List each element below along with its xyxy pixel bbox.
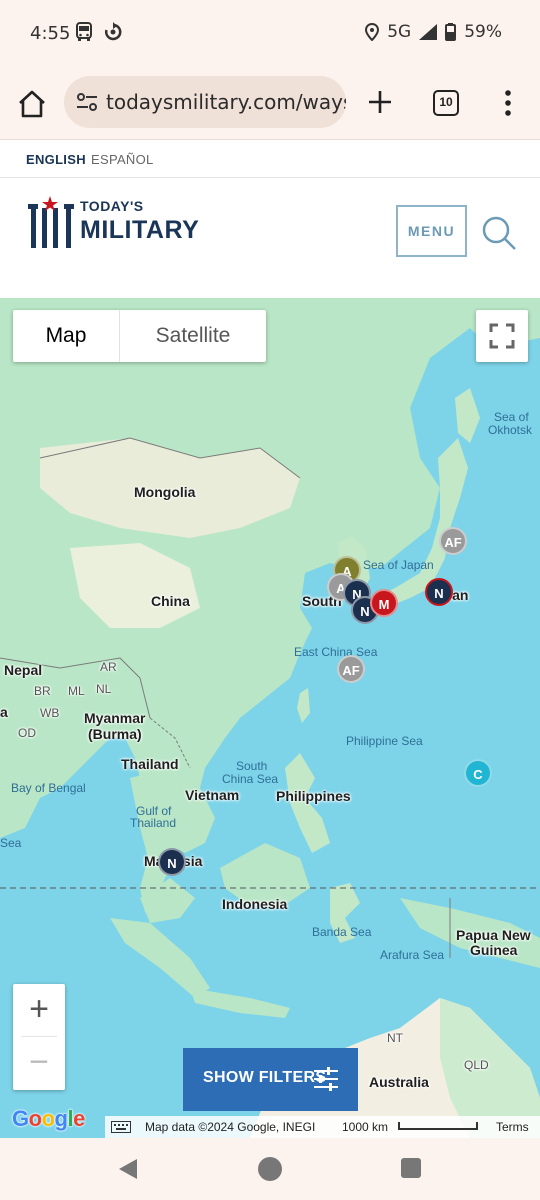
map-type-map-button[interactable]: Map [13,310,120,362]
map-label-nepal: Nepal [4,662,43,678]
home-icon[interactable] [16,88,48,120]
map-label-east-china-sea: East China Sea [294,645,378,659]
map-label-sea-of-okhotsk-1: Sea of [494,410,529,424]
language-spanish-link[interactable]: ESPAÑOL [91,152,154,167]
map-data-attribution: Map data ©2024 Google, INEGI [145,1120,316,1134]
map-pin-af[interactable]: AF [337,655,365,683]
map-label-od: OD [18,726,36,740]
map-label-ar: AR [100,660,117,674]
android-nav-bar [0,1138,540,1200]
map-label-papua-1: Papua New [456,927,531,943]
map-label-china: China [151,593,190,609]
battery-icon [445,23,457,41]
google-logo[interactable]: Google [12,1106,85,1132]
map-label-sea-of-japan: Sea of Japan [363,558,434,572]
map-label-a-left: a [0,704,8,720]
site-header: TODAY'S MILITARY MENU [0,178,540,298]
map-label-vietnam: Vietnam [185,787,240,803]
map-terms-link[interactable]: Terms [496,1120,529,1134]
map-label-wb: WB [40,706,60,720]
battery-percent: 59% [464,22,502,42]
map-label-ml: ML [68,684,85,698]
map-label-south-china-sea-1: South [236,759,268,773]
map-label-nl: NL [96,682,112,696]
map-label-thailand: Thailand [121,756,179,772]
status-right: 5G 59% [365,22,502,42]
site-settings-icon[interactable] [76,92,98,112]
home-nav-icon[interactable] [258,1157,282,1181]
map-label-myanmar-1: Myanmar [84,710,146,726]
zoom-in-button[interactable]: + [13,984,65,1036]
map-pin-af[interactable]: AF [439,527,467,555]
zoom-control: + − [13,984,65,1090]
language-bar: ENGLISH ESPAÑOL [0,140,540,178]
map-type-control: Map Satellite [13,310,266,362]
map-label-south-china-sea-2: China Sea [222,772,279,786]
fullscreen-button[interactable] [476,310,528,362]
map-attribution-bar: Map data ©2024 Google, INEGI 1000 km Ter… [105,1116,540,1138]
more-options-icon[interactable] [500,88,516,118]
map-label-br: BR [34,684,51,698]
map-label-myanmar-2: (Burma) [88,726,142,742]
fullscreen-icon [489,323,515,349]
keyboard-shortcuts-icon[interactable] [111,1121,131,1133]
map-label-banda-sea: Banda Sea [312,925,372,939]
signal-icon [419,24,438,40]
status-time: 4:55 [30,23,71,44]
map-label-nt: NT [387,1031,403,1045]
logo-mark-icon [28,196,74,248]
map-pin-navy[interactable]: N [425,578,453,606]
map-type-satellite-button[interactable]: Satellite [120,310,266,362]
browser-toolbar: todaysmilitary.com/ways 10 [0,66,540,140]
logo-text-todays: TODAY'S [80,198,144,214]
map-label-papua-2: Guinea [470,942,518,958]
map-label-qld: QLD [464,1058,489,1072]
map-label-philippines: Philippines [276,788,351,804]
recent-apps-icon[interactable] [401,1158,421,1178]
map-label-sea-of-okhotsk-2: Okhotsk [488,423,533,437]
menu-button[interactable]: MENU [396,205,467,257]
address-bar[interactable]: todaysmilitary.com/ways [64,76,346,128]
zoom-out-button[interactable]: − [13,1037,65,1089]
map-view[interactable]: Map Satellite Mongolia China South Japan… [0,298,540,1138]
url-text[interactable]: todaysmilitary.com/ways [106,90,346,114]
map-base-layer [0,298,540,1138]
language-english-link[interactable]: ENGLISH [26,152,86,167]
map-label-mongolia: Mongolia [134,484,196,500]
map-label-arafura-sea: Arafura Sea [380,948,445,962]
network-type: 5G [387,22,412,42]
location-icon [365,23,380,41]
back-icon[interactable] [118,1158,138,1180]
status-bar: 4:55 5G 59% [0,0,540,66]
sync-icon [104,22,122,41]
map-label-australia: Australia [369,1074,429,1090]
search-icon[interactable] [480,214,518,252]
map-pin-navy[interactable]: N [158,848,186,876]
map-label-gulf-of-thailand-2: Thailand [130,816,177,830]
map-pin-coast-guard[interactable]: C [464,759,492,787]
new-tab-icon[interactable] [366,88,394,116]
bus-icon [76,22,92,41]
map-label-indonesia: Indonesia [222,896,288,912]
show-filters-button[interactable]: SHOW FILTERS [183,1048,358,1111]
map-label-bay-of-bengal: Bay of Bengal [11,781,86,795]
map-label-sea-left: Sea [0,836,22,850]
map-scale-bar [398,1122,478,1130]
logo-text-military: MILITARY [80,216,200,244]
tab-switcher-button[interactable]: 10 [433,90,459,116]
show-filters-label: SHOW FILTERS [203,1069,327,1086]
map-label-philippine-sea: Philippine Sea [346,734,423,748]
filters-sliders-icon [314,1067,338,1091]
todays-military-logo[interactable]: TODAY'S MILITARY [26,196,206,252]
map-scale-label[interactable]: 1000 km [342,1120,388,1134]
map-pin-marines[interactable]: M [370,589,398,617]
